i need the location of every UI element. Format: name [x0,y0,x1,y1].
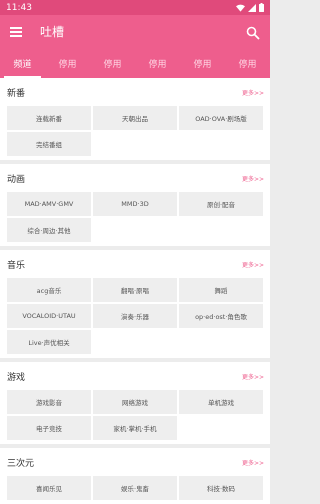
category-item[interactable]: op·ed·ost·角色歌 [179,304,263,328]
section-youxi: 游戏 更多>> 游戏影音 网络游戏 单机游戏 电子竞技 家机·掌机·手机 [0,362,270,444]
category-item[interactable]: OAD·OVA·剧场版 [179,106,263,130]
category-item[interactable]: 完结番组 [7,132,91,156]
search-icon[interactable] [246,25,260,40]
status-time: 11:43 [6,2,32,13]
section-title: 动画 [7,174,26,185]
category-grid: 游戏影音 网络游戏 单机游戏 电子竞技 家机·掌机·手机 [0,390,270,440]
wifi-icon [236,4,245,12]
category-item[interactable]: 连载新番 [7,106,91,130]
section-title: 新番 [7,88,26,99]
category-item[interactable]: 电子竞技 [7,416,91,440]
more-link[interactable]: 更多>> [242,260,264,269]
section-xinfan: 新番 更多>> 连载新番 天朝出品 OAD·OVA·剧场版 完结番组 [0,78,270,160]
app-bar: 吐槽 [0,15,270,48]
section-title: 三次元 [7,458,35,469]
category-item[interactable]: 舞蹈 [179,278,263,302]
section-title: 音乐 [7,260,26,271]
section-sanciyuan: 三次元 更多>> 喜闻乐见 娱乐·鬼畜 科技·数码 [0,448,270,504]
tab-disabled-1[interactable]: 停用 [45,48,90,78]
section-header: 动画 更多>> [0,164,270,192]
category-item[interactable]: 天朝出品 [93,106,177,130]
category-item[interactable]: 游戏影音 [7,390,91,414]
category-grid: MAD·AMV·GMV MMD·3D 原创·配音 综合·周边·其他 [0,192,270,242]
tab-disabled-3[interactable]: 停用 [135,48,180,78]
menu-icon[interactable] [10,26,24,37]
category-item[interactable]: Live·声优相关 [7,330,91,354]
more-link[interactable]: 更多>> [242,372,264,381]
tab-disabled-5[interactable]: 停用 [225,48,270,78]
tab-disabled-4[interactable]: 停用 [180,48,225,78]
category-item[interactable]: 原创·配音 [179,192,263,216]
signal-icon [248,3,256,12]
channel-list: 新番 更多>> 连载新番 天朝出品 OAD·OVA·剧场版 完结番组 动画 更多… [0,78,270,504]
section-header: 新番 更多>> [0,78,270,106]
section-header: 三次元 更多>> [0,448,270,476]
category-item[interactable]: 家机·掌机·手机 [93,416,177,440]
tab-disabled-2[interactable]: 停用 [90,48,135,78]
section-donghua: 动画 更多>> MAD·AMV·GMV MMD·3D 原创·配音 综合·周边·其… [0,164,270,246]
category-grid: acg音乐 翻唱·原唱 舞蹈 VOCALOID·UTAU 演奏·乐器 op·ed… [0,278,270,354]
app-title: 吐槽 [40,25,65,39]
category-item[interactable]: 翻唱·原唱 [93,278,177,302]
status-icons [236,3,264,12]
section-header: 游戏 更多>> [0,362,270,390]
tab-channel[interactable]: 频道 [0,48,45,78]
status-bar: 11:43 [0,0,270,15]
category-item[interactable]: 网络游戏 [93,390,177,414]
category-item[interactable]: MAD·AMV·GMV [7,192,91,216]
more-link[interactable]: 更多>> [242,458,264,467]
category-item[interactable]: 演奏·乐器 [93,304,177,328]
more-link[interactable]: 更多>> [242,174,264,183]
category-item[interactable]: VOCALOID·UTAU [7,304,91,328]
tab-bar: 频道 停用 停用 停用 停用 停用 [0,48,270,78]
more-link[interactable]: 更多>> [242,88,264,97]
category-grid: 连载新番 天朝出品 OAD·OVA·剧场版 完结番组 [0,106,270,156]
category-item[interactable]: 单机游戏 [179,390,263,414]
section-title: 游戏 [7,372,26,383]
category-item[interactable]: MMD·3D [93,192,177,216]
category-item[interactable]: 综合·周边·其他 [7,218,91,242]
section-header: 音乐 更多>> [0,250,270,278]
section-yinyue: 音乐 更多>> acg音乐 翻唱·原唱 舞蹈 VOCALOID·UTAU 演奏·… [0,250,270,358]
battery-icon [259,3,264,12]
category-item[interactable]: acg音乐 [7,278,91,302]
